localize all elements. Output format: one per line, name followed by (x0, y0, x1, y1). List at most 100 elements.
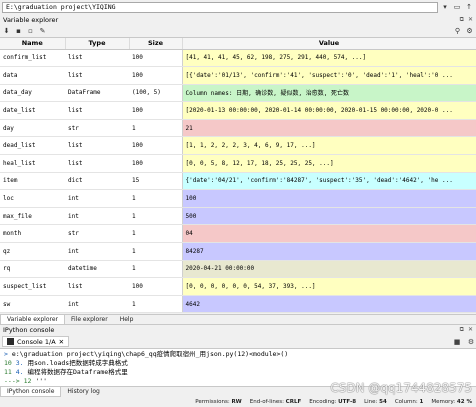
console-output[interactable]: > e:\graduation project\yiqing\chap6_qq疫… (0, 348, 476, 387)
table-row[interactable]: confirm_list list 100 [41, 41, 41, 45, 62, … (0, 49, 476, 68)
close-icon[interactable]: ✕ (468, 16, 473, 24)
cell-value[interactable]: [{'date':'01/13', 'confirm':'41', 'suspe… (181, 66, 476, 85)
cell-value[interactable]: [0, 0, 0, 0, 0, 0, 54, 37, 393, ...] (181, 277, 476, 296)
table-row[interactable]: loc int 1 100 (0, 189, 476, 208)
cell-name[interactable]: sw (0, 295, 65, 313)
cell-value[interactable]: 100 (181, 189, 476, 208)
working-directory-field[interactable]: E:\graduation project\YIQING (2, 1, 438, 13)
table-row[interactable]: data list 100 [{'date':'01/13', 'confirm':'… (0, 66, 476, 85)
cell-type[interactable]: datetime (65, 260, 129, 279)
table-row[interactable]: max_file int 1 500 (0, 207, 476, 226)
cell-value[interactable]: 84287 (181, 242, 476, 261)
undock-icon[interactable]: ⧉ (460, 326, 464, 334)
table-row[interactable]: suspect_list list 100 [0, 0, 0, 0, 0, 0, 54… (0, 277, 476, 296)
cell-name[interactable]: qz (0, 242, 65, 261)
arrow-up-icon[interactable]: ↑ (464, 2, 474, 13)
cell-value[interactable]: 04 (181, 224, 476, 244)
cell-size[interactable]: 100 (129, 49, 182, 68)
gear-icon[interactable]: ⚙ (465, 26, 474, 35)
tab-console-1[interactable]: Console 1/A ✕ (2, 336, 70, 347)
cell-size[interactable]: 100 (129, 136, 182, 156)
gear-icon[interactable]: ⚙ (466, 338, 476, 346)
cell-type[interactable]: list (65, 277, 129, 296)
table-row[interactable]: rq datetime 1 2020-04-21 00:00:00 (0, 260, 476, 279)
table-row[interactable]: heal_list list 100 [0, 0, 5, 8, 12, 17, 18,… (0, 154, 476, 173)
undock-icon[interactable]: ⧉ (460, 16, 464, 24)
cell-type[interactable]: list (65, 136, 129, 156)
cell-type[interactable]: int (65, 242, 129, 261)
cell-type[interactable]: DataFrame (65, 84, 129, 103)
table-row[interactable]: month str 1 04 (0, 224, 476, 244)
cell-value[interactable]: [41, 41, 41, 45, 62, 198, 275, 291, 440,… (181, 49, 476, 68)
tab-history-log[interactable]: History log (61, 387, 105, 397)
cell-name[interactable]: suspect_list (0, 277, 65, 296)
import-data-icon[interactable]: ⬇ (2, 26, 11, 35)
column-header-type[interactable]: Type (65, 38, 130, 50)
cell-size[interactable]: 15 (129, 172, 182, 191)
tab-variable-explorer[interactable]: Variable explorer (0, 314, 65, 325)
cell-value[interactable]: 21 (181, 119, 476, 138)
cell-type[interactable]: int (65, 207, 129, 226)
cell-value[interactable]: 4642 (181, 295, 476, 313)
cell-name[interactable]: month (0, 224, 65, 244)
cell-type[interactable]: list (65, 101, 129, 120)
cell-value[interactable]: Column names: 日期, 确诊数, 疑似数, 治愈数, 死亡数 (181, 84, 476, 103)
cell-size[interactable]: (100, 5) (129, 84, 182, 103)
cell-type[interactable]: str (65, 119, 129, 138)
table-row[interactable]: day str 1 21 (0, 119, 476, 138)
cell-size[interactable]: 1 (129, 119, 182, 138)
cell-size[interactable]: 1 (129, 295, 182, 313)
stop-icon[interactable]: ■ (452, 338, 462, 346)
folder-icon[interactable]: ▭ (452, 2, 462, 13)
cell-name[interactable]: dead_list (0, 136, 65, 156)
cell-value[interactable]: [1, 1, 2, 2, 2, 3, 4, 6, 9, 17, ...] (181, 136, 476, 156)
cell-name[interactable]: max_file (0, 207, 65, 226)
cell-name[interactable]: rq (0, 260, 65, 279)
cell-name[interactable]: loc (0, 189, 65, 208)
column-header-name[interactable]: Name (0, 38, 66, 50)
cell-type[interactable]: int (65, 295, 129, 313)
cell-size[interactable]: 100 (129, 101, 182, 120)
cell-value[interactable]: [2020-01-13 00:00:00, 2020-01-14 00:00:0… (181, 101, 476, 120)
cell-size[interactable]: 1 (129, 207, 182, 226)
cell-type[interactable]: dict (65, 172, 129, 191)
cell-size[interactable]: 100 (129, 154, 182, 173)
table-row[interactable]: item dict 15 {'date':'04/21', 'confirm':'84… (0, 172, 476, 191)
variables-table[interactable]: Name Type Size Value confirm_list list 100… (0, 37, 476, 313)
cell-size[interactable]: 1 (129, 224, 182, 244)
cell-name[interactable]: data_day (0, 84, 65, 103)
cell-value[interactable]: 500 (181, 207, 476, 226)
cell-value[interactable]: {'date':'04/21', 'confirm':'84287', 'sus… (181, 172, 476, 191)
cell-name[interactable]: heal_list (0, 154, 65, 173)
cell-type[interactable]: list (65, 49, 129, 68)
tab-ipython-console[interactable]: IPython console (0, 387, 62, 397)
column-header-size[interactable]: Size (129, 38, 183, 50)
cell-name[interactable]: confirm_list (0, 49, 65, 68)
cell-value[interactable]: [0, 0, 5, 8, 12, 17, 18, 25, 25, 25, ...… (181, 154, 476, 173)
cell-name[interactable]: day (0, 119, 65, 138)
cell-size[interactable]: 1 (129, 242, 182, 261)
erase-icon[interactable]: ✎ (38, 26, 47, 35)
cell-size[interactable]: 100 (129, 277, 182, 296)
tab-help[interactable]: Help (114, 315, 140, 325)
cell-value[interactable]: 2020-04-21 00:00:00 (181, 260, 476, 279)
table-row[interactable]: data_day DataFrame (100, 5) Column names: 日… (0, 84, 476, 103)
table-row[interactable]: qz int 1 84287 (0, 242, 476, 261)
search-icon[interactable]: ⚲ (453, 26, 462, 35)
tab-file-explorer[interactable]: File explorer (65, 315, 114, 325)
chevron-down-icon[interactable]: ▾ (440, 2, 450, 13)
column-header-value[interactable]: Value (182, 38, 476, 50)
save-as-icon[interactable]: ▫ (26, 26, 35, 35)
table-row[interactable]: sw int 1 4642 (0, 295, 476, 313)
close-icon[interactable]: ✕ (59, 338, 64, 346)
cell-type[interactable]: list (65, 154, 129, 173)
cell-name[interactable]: date_list (0, 101, 65, 120)
save-icon[interactable]: ▪ (14, 26, 23, 35)
table-row[interactable]: dead_list list 100 [1, 1, 2, 2, 2, 3, 4, 6,… (0, 136, 476, 156)
table-row[interactable]: date_list list 100 [2020-01-13 00:00:00, 20… (0, 101, 476, 120)
cell-type[interactable]: int (65, 189, 129, 208)
cell-name[interactable]: item (0, 172, 65, 191)
cell-type[interactable]: str (65, 224, 129, 244)
close-icon[interactable]: ✕ (468, 326, 473, 334)
cell-size[interactable]: 100 (129, 66, 182, 85)
